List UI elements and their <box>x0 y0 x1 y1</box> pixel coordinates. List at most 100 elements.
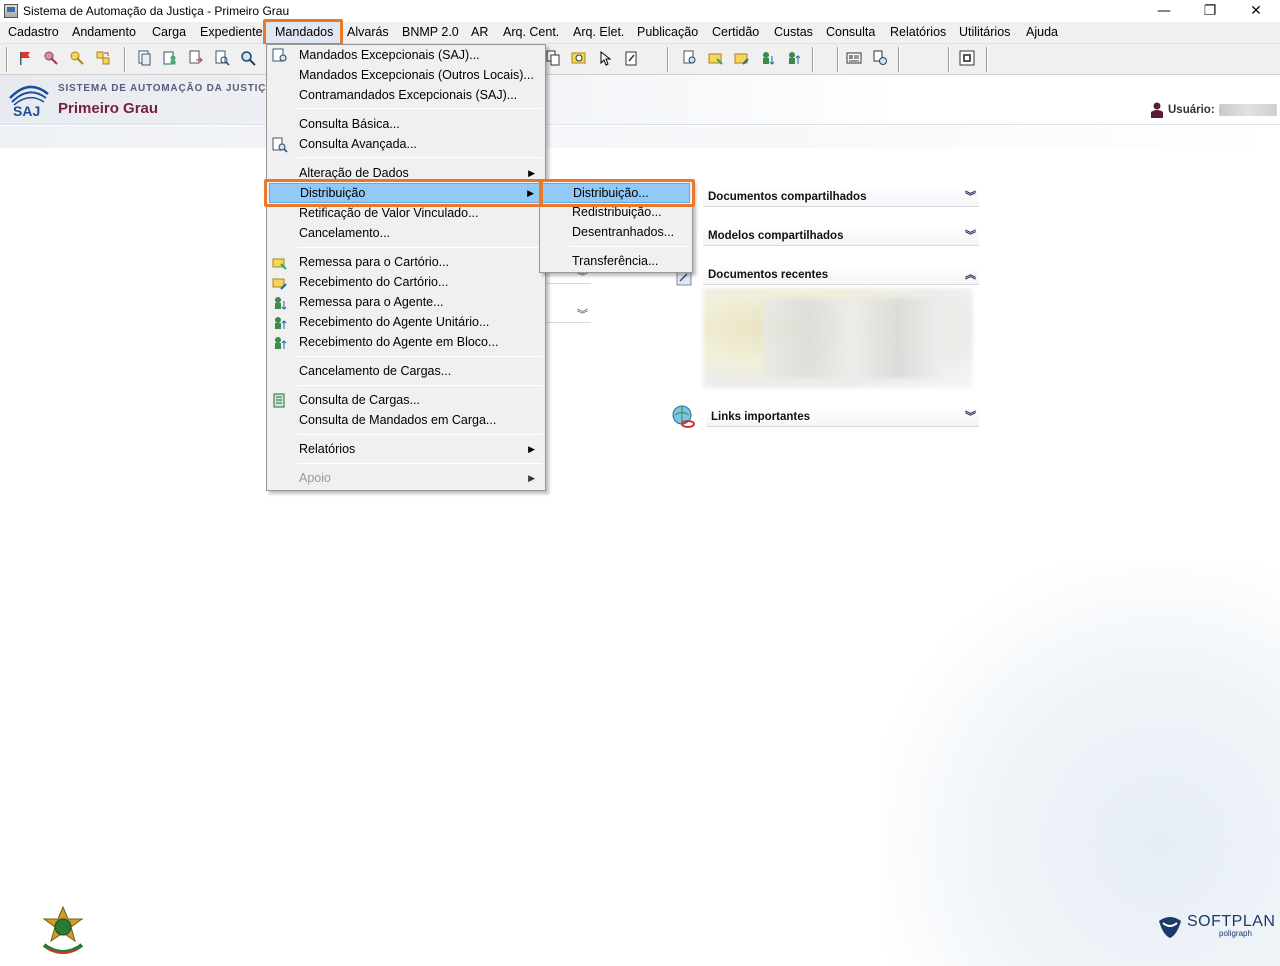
menu-item-retificacao-valor[interactable]: Retificação de Valor Vinculado... <box>269 204 543 224</box>
document-icon[interactable] <box>136 50 154 68</box>
toolbar <box>0 44 1280 75</box>
menu-custas[interactable]: Custas <box>774 22 813 44</box>
panel-documentos-compartilhados[interactable]: Documentos compartilhados ︾ <box>703 187 979 207</box>
menu-item-remessa-cartorio[interactable]: Remessa para o Cartório... <box>269 253 543 273</box>
submenu-arrow-icon: ▶ <box>528 444 535 454</box>
menu-arq-cent[interactable]: Arq. Cent. <box>503 22 559 44</box>
tag-yellow-icon[interactable] <box>69 50 87 68</box>
copy-document-icon[interactable] <box>545 50 563 68</box>
expand-chevron-icon[interactable]: ︾ <box>965 187 976 207</box>
search-mandado-icon[interactable] <box>682 50 700 68</box>
menu-item-alteracao-dados[interactable]: Alteração de Dados ▶ <box>269 164 543 184</box>
search-folder-icon[interactable] <box>571 50 589 68</box>
menu-consulta[interactable]: Consulta <box>826 22 875 44</box>
close-button[interactable]: ✕ <box>1233 0 1279 22</box>
menu-item-apoio: Apoio ▶ <box>269 469 543 489</box>
clipboard-edit-icon[interactable] <box>623 50 641 68</box>
toolbar-separator <box>837 47 839 72</box>
menu-utilitarios[interactable]: Utilitários <box>959 22 1010 44</box>
panel-title: Modelos compartilhados <box>708 230 844 242</box>
menu-item-mandados-excepcionais-saj[interactable]: Mandados Excepcionais (SAJ)... <box>269 46 543 66</box>
pointer-icon[interactable] <box>597 50 615 68</box>
menu-item-consulta-avancada[interactable]: Consulta Avançada... <box>269 135 543 155</box>
toolbar-separator <box>124 47 126 72</box>
panel-title: Links importantes <box>711 411 811 423</box>
menu-item-contramandados[interactable]: Contramandados Excepcionais (SAJ)... <box>269 86 543 106</box>
submenu-item-desentranhados[interactable]: Desentranhados... <box>542 223 690 243</box>
magnifier-icon[interactable] <box>240 50 258 68</box>
user-icon <box>1151 102 1163 118</box>
toolbar-separator <box>667 47 669 72</box>
agent-down-icon[interactable] <box>760 50 778 68</box>
menu-alvaras[interactable]: Alvarás <box>347 22 389 44</box>
submenu-item-distribuicao[interactable]: Distribuição... <box>542 183 690 203</box>
recebimento-icon[interactable] <box>734 50 752 68</box>
background-decoration <box>880 560 1280 966</box>
recent-documents-list-blurred <box>703 288 973 388</box>
menu-item-remessa-agente[interactable]: Remessa para o Agente... <box>269 293 543 313</box>
menu-certidao[interactable]: Certidão <box>712 22 759 44</box>
panel-title: Documentos recentes <box>708 269 829 281</box>
panel-modelos-compartilhados[interactable]: Modelos compartilhados ︾ <box>703 226 979 246</box>
menu-carga[interactable]: Carga <box>152 22 186 44</box>
panel-chevron-icon[interactable]: ︾ <box>577 306 588 322</box>
panel-line <box>545 322 591 323</box>
softplan-logo: SOFTPLAN poligraph <box>1157 913 1275 939</box>
agent-up-icon[interactable] <box>786 50 804 68</box>
link-documents-icon[interactable] <box>872 50 890 68</box>
menu-bnmp[interactable]: BNMP 2.0 <box>402 22 459 44</box>
menu-ar[interactable]: AR <box>471 22 488 44</box>
menu-item-distribuicao[interactable]: Distribuição ▶ <box>269 183 543 203</box>
menu-separator <box>297 463 542 464</box>
panel-documentos-recentes[interactable]: Documentos recentes ︽ <box>703 265 979 285</box>
menu-item-recebimento-agente-unitario[interactable]: Recebimento do Agente Unitário... <box>269 313 543 333</box>
submenu-arrow-icon: ▶ <box>527 188 534 198</box>
flag-icon[interactable] <box>17 50 35 68</box>
window-title: Sistema de Automação da Justiça - Primei… <box>23 4 290 18</box>
minimize-button[interactable]: — <box>1141 0 1187 22</box>
toolbar-separator <box>986 47 988 72</box>
menu-ajuda[interactable]: Ajuda <box>1026 22 1058 44</box>
toolbar-separator <box>898 47 900 72</box>
submenu-arrow-icon: ▶ <box>528 473 535 483</box>
menu-item-recebimento-agente-bloco[interactable]: Recebimento do Agente em Bloco... <box>269 333 543 353</box>
menu-arq-elet[interactable]: Arq. Elet. <box>573 22 624 44</box>
submenu-item-redistribuicao[interactable]: Redistribuição... <box>542 203 690 223</box>
state-crest-icon <box>42 905 84 954</box>
saj-logo-text: SAJ <box>13 103 41 119</box>
globe-link-icon <box>672 405 695 428</box>
document-arrow-icon[interactable] <box>188 50 206 68</box>
transfer-icon[interactable] <box>95 50 113 68</box>
menu-relatorios[interactable]: Relatórios <box>890 22 946 44</box>
tag-edit-icon[interactable] <box>43 50 61 68</box>
menu-mandados[interactable]: Mandados <box>266 22 343 44</box>
maximize-button[interactable]: ❐ <box>1187 0 1233 22</box>
expand-chevron-icon[interactable]: ︾ <box>965 407 976 427</box>
panel-links-importantes[interactable]: Links importantes ︾ <box>706 407 979 427</box>
menu-item-consulta-basica[interactable]: Consulta Básica... <box>269 115 543 135</box>
document-search-icon[interactable] <box>214 50 232 68</box>
menu-item-mandados-excepcionais-outros[interactable]: Mandados Excepcionais (Outros Locais)... <box>269 66 543 86</box>
collapse-chevron-icon[interactable]: ︽ <box>965 265 976 285</box>
menu-andamento[interactable]: Andamento <box>72 22 136 44</box>
softplan-logo-icon <box>1159 917 1181 938</box>
menu-item-recebimento-cartorio[interactable]: Recebimento do Cartório... <box>269 273 543 293</box>
person-document-icon[interactable] <box>162 50 180 68</box>
menu-expediente[interactable]: Expediente <box>200 22 263 44</box>
menu-publicacao[interactable]: Publicação <box>637 22 698 44</box>
app-icon <box>4 4 18 18</box>
menu-item-consulta-cargas[interactable]: Consulta de Cargas... <box>269 391 543 411</box>
menu-item-consulta-mandados-carga[interactable]: Consulta de Mandados em Carga... <box>269 411 543 431</box>
submenu-item-transferencia[interactable]: Transferência... <box>542 252 690 272</box>
title-bar: Sistema de Automação da Justiça - Primei… <box>0 0 1280 22</box>
remessa-icon[interactable] <box>708 50 726 68</box>
menu-cadastro[interactable]: Cadastro <box>8 22 59 44</box>
menu-item-cancelamento[interactable]: Cancelamento... <box>269 224 543 244</box>
menu-item-relatorios[interactable]: Relatórios ▶ <box>269 440 543 460</box>
image-icon[interactable] <box>959 50 977 68</box>
distribuicao-submenu: Distribuição... Redistribuição... Desent… <box>539 180 693 273</box>
expand-chevron-icon[interactable]: ︾ <box>965 226 976 246</box>
print-document-icon[interactable] <box>846 50 864 68</box>
menu-item-cancelamento-cargas[interactable]: Cancelamento de Cargas... <box>269 362 543 382</box>
user-label: Usuário: <box>1168 104 1215 116</box>
